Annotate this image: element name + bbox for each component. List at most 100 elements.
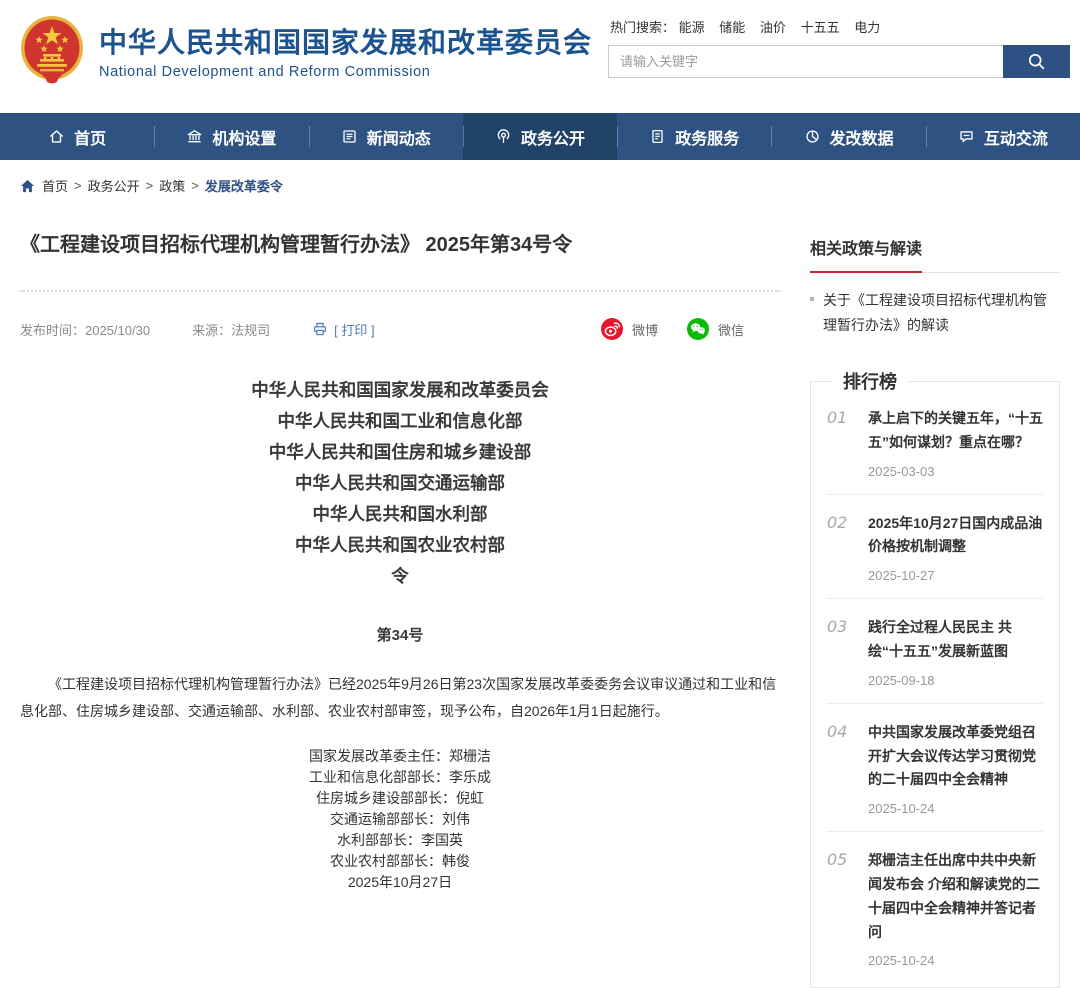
site-brand: 中华人民共和国国家发展和改革委员会 National Development a…: [18, 14, 592, 86]
issuer-line: 令: [20, 561, 780, 592]
decree-number: 第34号: [20, 624, 780, 645]
article: 《工程建设项目招标代理机构管理暂行办法》 2025年第34号令 发布时间：202…: [20, 205, 780, 893]
hot-keyword[interactable]: 十五五: [801, 20, 840, 35]
breadcrumb-separator: >: [74, 178, 82, 193]
issuer-line: 中华人民共和国工业和信息化部: [20, 406, 780, 437]
ranking-item[interactable]: 03 践行全过程人民民主 共绘“十五五”发展新蓝图 2025-09-18: [827, 599, 1043, 704]
signature-line: 工业和信息化部部长：李乐成: [20, 767, 780, 788]
home-icon: [48, 128, 65, 145]
weibo-icon: [600, 317, 624, 341]
ranking-number: 02: [827, 512, 868, 584]
hot-keyword[interactable]: 储能: [719, 20, 745, 35]
print-button[interactable]: [ 打印 ]: [312, 320, 374, 339]
breadcrumb-separator: >: [146, 178, 154, 193]
source-value: 法规司: [231, 323, 270, 338]
related-policies-title: 相关政策与解读: [810, 235, 1060, 273]
search-button[interactable]: [1003, 45, 1070, 78]
share-bar: 微博 微信: [600, 317, 780, 341]
article-body: 中华人民共和国国家发展和改革委员会 中华人民共和国工业和信息化部 中华人民共和国…: [20, 375, 780, 893]
ranking-item[interactable]: 02 2025年10月27日国内成品油价格按机制调整 2025-10-27: [827, 495, 1043, 600]
ranking-body: 承上启下的关键五年，“十五五”如何谋划？重点在哪？ 2025-03-03: [868, 407, 1043, 479]
ranking-item[interactable]: 04 中共国家发展改革委党组召开扩大会议传达学习贯彻党的二十届四中全会精神 20…: [827, 704, 1043, 832]
ranking-body: 郑栅洁主任出席中共中央新闻发布会 介绍和解读党的二十届四中全会精神并答记者问 2…: [868, 849, 1043, 968]
ranking-title: 排行榜: [833, 368, 907, 394]
broadcast-icon: [495, 128, 512, 145]
hot-keyword[interactable]: 电力: [854, 20, 880, 35]
nav-item-interaction[interactable]: 互动交流: [926, 113, 1080, 160]
nav-item-news[interactable]: 新闻动态: [309, 113, 463, 160]
related-policy-link[interactable]: 关于《工程建设项目招标代理机构管理暂行办法》的解读: [810, 273, 1060, 337]
ranking-item-title: 践行全过程人民民主 共绘“十五五”发展新蓝图: [868, 616, 1043, 664]
hot-keyword[interactable]: 能源: [679, 20, 705, 35]
nav-item-gov-services[interactable]: 政务服务: [617, 113, 771, 160]
breadcrumb-item-current: 发展改革委令: [205, 176, 283, 195]
printer-icon: [312, 321, 328, 337]
ranking-item-title: 郑栅洁主任出席中共中央新闻发布会 介绍和解读党的二十届四中全会精神并答记者问: [868, 849, 1043, 944]
issuer-line: 中华人民共和国水利部: [20, 499, 780, 530]
nav-label: 新闻动态: [367, 125, 431, 149]
hot-keyword[interactable]: 油价: [760, 20, 786, 35]
nav-label: 互动交流: [984, 125, 1048, 149]
issuer-line: 中华人民共和国住房和城乡建设部: [20, 437, 780, 468]
site-header: 中华人民共和国国家发展和改革委员会 National Development a…: [0, 0, 1080, 113]
search-bar: [608, 45, 1070, 78]
article-title: 《工程建设项目招标代理机构管理暂行办法》 2025年第34号令: [20, 231, 780, 260]
ranking-item[interactable]: 01 承上启下的关键五年，“十五五”如何谋划？重点在哪？ 2025-03-03: [827, 390, 1043, 495]
signature-line: 交通运输部部长：刘伟: [20, 809, 780, 830]
nav-label: 发改数据: [830, 125, 894, 149]
ranking-body: 中共国家发展改革委党组召开扩大会议传达学习贯彻党的二十届四中全会精神 2025-…: [868, 721, 1043, 816]
ranking-item-title: 中共国家发展改革委党组召开扩大会议传达学习贯彻党的二十届四中全会精神: [868, 721, 1043, 792]
signature-line: 水利部部长：李国英: [20, 830, 780, 851]
nav-label: 政务服务: [675, 125, 739, 149]
share-wechat-label: 微信: [718, 320, 744, 339]
publish-time: 发布时间：2025/10/30: [20, 320, 150, 339]
nav-item-data[interactable]: 发改数据: [771, 113, 925, 160]
nav-item-gov-disclosure[interactable]: 政务公开: [463, 113, 617, 160]
header-search-area: 热门搜索： 能源 储能 油价 十五五 电力: [608, 14, 1070, 78]
main-content: 《工程建设项目招标代理机构管理暂行办法》 2025年第34号令 发布时间：202…: [0, 205, 1080, 988]
signature-date: 2025年10月27日: [20, 872, 780, 893]
article-source: 来源：法规司: [192, 320, 270, 339]
site-title-block: 中华人民共和国国家发展和改革委员会 National Development a…: [99, 21, 592, 80]
breadcrumb-home-icon[interactable]: [20, 179, 35, 193]
hot-search-label: 热门搜索：: [610, 20, 675, 35]
site-title-en: National Development and Reform Commissi…: [99, 64, 592, 80]
ranking-body: 践行全过程人民民主 共绘“十五五”发展新蓝图 2025-09-18: [868, 616, 1043, 688]
hot-search-bar: 热门搜索： 能源 储能 油价 十五五 电力: [610, 17, 1070, 36]
breadcrumb-item[interactable]: 政务公开: [88, 176, 140, 195]
title-divider: [20, 290, 780, 292]
article-meta: 发布时间：2025/10/30 来源：法规司 [ 打印 ]: [20, 317, 780, 341]
signature-line: 农业农村部部长：韩俊: [20, 851, 780, 872]
share-weibo-button[interactable]: 微博: [600, 317, 658, 341]
ranking-item[interactable]: 05 郑栅洁主任出席中共中央新闻发布会 介绍和解读党的二十届四中全会精神并答记者…: [827, 832, 1043, 983]
ranking-number: 03: [827, 616, 868, 688]
breadcrumb-item[interactable]: 首页: [42, 176, 68, 195]
search-icon: [1027, 52, 1046, 71]
publish-time-label: 发布时间：: [20, 323, 85, 338]
issuer-line: 中华人民共和国国家发展和改革委员会: [20, 375, 780, 406]
ranking-item-date: 2025-10-24: [868, 953, 1043, 968]
search-input[interactable]: [608, 45, 1003, 78]
nav-item-home[interactable]: 首页: [0, 113, 154, 160]
national-emblem-logo: [18, 14, 86, 86]
main-nav: 首页 机构设置 新闻动态 政务公开 政务服务 发改数据: [0, 113, 1080, 160]
ranking-item-date: 2025-10-27: [868, 568, 1043, 583]
breadcrumb-item[interactable]: 政策: [159, 176, 185, 195]
issuer-line: 中华人民共和国交通运输部: [20, 468, 780, 499]
ranking-panel: 排行榜 01 承上启下的关键五年，“十五五”如何谋划？重点在哪？ 2025-03…: [810, 381, 1060, 988]
breadcrumb-separator: >: [191, 178, 199, 193]
wechat-icon: [686, 317, 710, 341]
signature-line: 国家发展改革委主任：郑栅洁: [20, 746, 780, 767]
nav-label: 首页: [74, 125, 106, 149]
ranking-item-date: 2025-10-24: [868, 801, 1043, 816]
ranking-number: 05: [827, 849, 868, 968]
nav-label: 机构设置: [212, 125, 276, 149]
nav-item-organization[interactable]: 机构设置: [154, 113, 308, 160]
share-wechat-button[interactable]: 微信: [686, 317, 744, 341]
ranking-item-date: 2025-09-18: [868, 673, 1043, 688]
chat-icon: [958, 128, 975, 145]
ranking-item-title: 2025年10月27日国内成品油价格按机制调整: [868, 512, 1043, 560]
ranking-body: 2025年10月27日国内成品油价格按机制调整 2025-10-27: [868, 512, 1043, 584]
breadcrumb: 首页 > 政务公开 > 政策 > 发展改革委令: [0, 160, 1080, 205]
news-icon: [341, 128, 358, 145]
